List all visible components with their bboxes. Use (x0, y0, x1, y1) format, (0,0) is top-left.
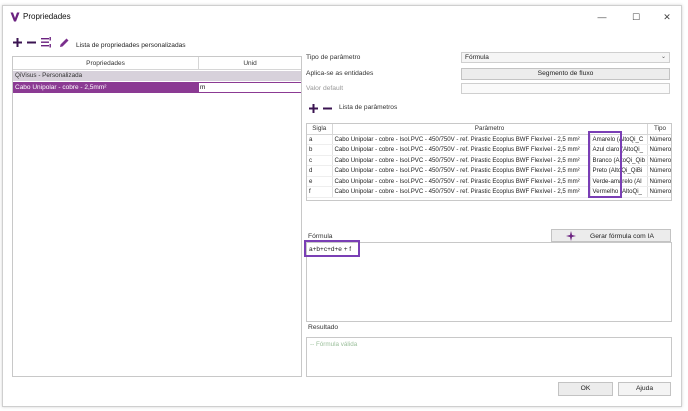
type-cell: Número (647, 144, 671, 156)
selected-property-row[interactable]: Cabo Unipolar - cobre - 2,5mm² m (13, 82, 301, 93)
chevron-down-icon: ⌄ (660, 54, 666, 60)
parameter-cell: Cabo Unipolar - cobre - Isol.PVC - 450/7… (332, 134, 591, 145)
group-row[interactable]: QiVisus - Personalizada (13, 71, 301, 81)
edit-property-button[interactable] (58, 36, 70, 48)
param-type-value: Fórmula (465, 54, 489, 61)
add-icon (12, 37, 22, 47)
sigla-cell: f (307, 186, 333, 198)
column-header-unit[interactable]: Unid (199, 57, 301, 70)
sigla-cell: c (307, 155, 333, 166)
custom-properties-list-label: Lista de propriedades personalizadas (76, 42, 186, 49)
formula-highlight (304, 240, 360, 257)
default-value-label: Valor default (306, 85, 344, 92)
color-column-highlight (588, 131, 622, 198)
add-property-button[interactable] (11, 36, 23, 48)
remove-icon (322, 107, 332, 109)
minimize-button[interactable]: — (591, 9, 613, 25)
generate-formula-ai-button[interactable]: Gerar fórmula com IA (551, 229, 671, 242)
formula-editor[interactable] (306, 242, 672, 322)
result-label: Resultado (308, 324, 339, 331)
type-cell: Número (647, 134, 671, 145)
ok-button[interactable]: OK (558, 382, 613, 396)
default-value-field[interactable] (461, 83, 670, 94)
list-settings-button[interactable] (40, 36, 52, 48)
sigla-cell: a (307, 134, 333, 145)
param-type-label: Tipo de parâmetro (306, 54, 361, 61)
parameter-list-label: Lista de parâmetros (339, 104, 398, 111)
formula-label: Fórmula (308, 233, 333, 240)
properties-list-panel: Propriedades Unid QiVisus - Personalizad… (12, 56, 302, 377)
generate-formula-ai-label: Gerar fórmula com IA (590, 233, 654, 240)
sigla-cell: b (307, 144, 333, 156)
list-icon (40, 36, 51, 47)
parameter-cell: Cabo Unipolar - cobre - Isol.PVC - 450/7… (332, 144, 591, 156)
column-header-type[interactable]: Tipo (647, 124, 671, 135)
help-button[interactable]: Ajuda (618, 382, 671, 396)
window-title: Propriedades (23, 12, 71, 21)
add-parameter-button[interactable] (307, 102, 319, 114)
param-type-select[interactable]: Fórmula ⌄ (461, 52, 670, 63)
remove-property-button[interactable] (25, 36, 37, 48)
parameter-cell: Cabo Unipolar - cobre - Isol.PVC - 450/7… (332, 186, 591, 198)
add-icon (308, 103, 318, 113)
result-panel: -- Fórmula válida (306, 337, 672, 377)
applies-to-button[interactable]: Segmento de fluxo (461, 68, 670, 80)
edit-icon (59, 38, 68, 47)
remove-parameter-button[interactable] (321, 102, 333, 114)
properties-list-header: Propriedades Unid (13, 57, 301, 70)
applies-to-label: Aplica-se as entidades (306, 70, 374, 77)
type-cell: Número (647, 165, 671, 177)
property-name: Cabo Unipolar - cobre - 2,5mm² (15, 84, 107, 91)
sigla-cell: d (307, 165, 333, 177)
parameter-cell: Cabo Unipolar - cobre - Isol.PVC - 450/7… (332, 165, 591, 177)
type-cell: Número (647, 176, 671, 187)
parameter-cell: Cabo Unipolar - cobre - Isol.PVC - 450/7… (332, 155, 591, 166)
parameter-cell: Cabo Unipolar - cobre - Isol.PVC - 450/7… (332, 176, 591, 187)
properties-dialog: Propriedades — ☐ ✕ Lista de propriedades… (2, 5, 682, 407)
type-cell: Número (647, 186, 671, 198)
formula-valid-status: -- Fórmula válida (310, 341, 358, 348)
type-cell: Número (647, 155, 671, 166)
property-unit-field[interactable]: m (199, 83, 301, 92)
maximize-button[interactable]: ☐ (625, 9, 647, 25)
sparkle-icon (566, 231, 576, 241)
sigla-cell: e (307, 176, 333, 187)
close-button[interactable]: ✕ (656, 9, 678, 25)
remove-icon (26, 41, 36, 43)
column-header-sigla[interactable]: Sigla (307, 124, 333, 135)
app-logo-icon (10, 12, 20, 22)
column-header-properties[interactable]: Propriedades (13, 57, 199, 70)
title-bar: Propriedades — ☐ ✕ (3, 6, 681, 28)
